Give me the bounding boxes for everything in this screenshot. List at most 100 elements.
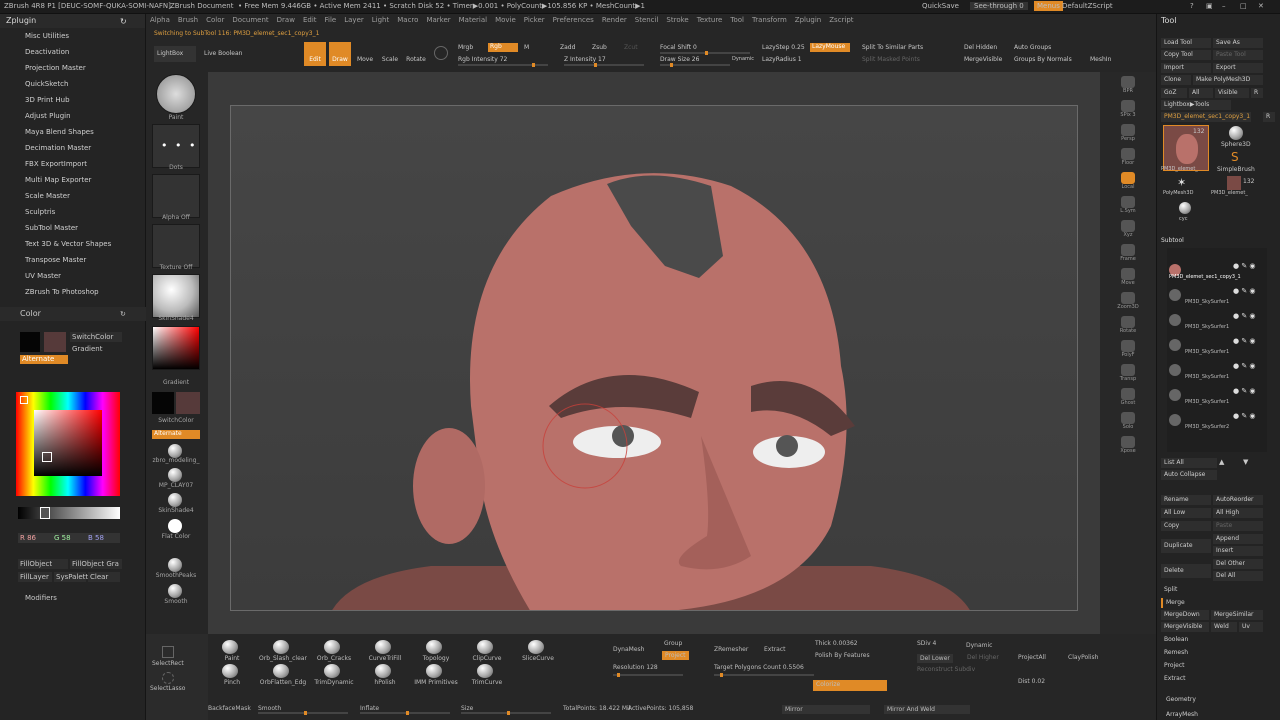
del-lower-button[interactable]: Del Lower: [917, 654, 953, 663]
resolution-track[interactable]: [613, 673, 683, 677]
view-button-rotate[interactable]: Rotate: [1106, 316, 1150, 338]
brush-icon[interactable]: [324, 664, 340, 678]
mergedown-button[interactable]: MergeDown: [1161, 610, 1209, 620]
gray-slider-handle[interactable]: [40, 507, 50, 519]
mirror-and-weld-button[interactable]: Mirror And Weld: [884, 705, 970, 714]
del-all-button[interactable]: Del All: [1213, 571, 1263, 581]
brush-icon[interactable]: [426, 640, 442, 654]
geometry-header[interactable]: Geometry: [1163, 695, 1265, 705]
lightbox-button[interactable]: LightBox: [154, 46, 196, 62]
texture-slot[interactable]: [152, 224, 200, 268]
main-color-swatch[interactable]: [20, 332, 40, 352]
menu-stencil[interactable]: Stencil: [631, 14, 663, 26]
stroke-dots-icon[interactable]: • • •: [152, 124, 200, 168]
brush-icon[interactable]: [222, 664, 238, 678]
switchcolor-mini-button[interactable]: SwitchColor: [146, 417, 206, 424]
color-picker-square[interactable]: [34, 410, 102, 476]
weld-button[interactable]: Weld: [1211, 622, 1237, 632]
menu-render[interactable]: Render: [598, 14, 631, 26]
material-slot[interactable]: [152, 274, 200, 318]
goz-button[interactable]: GoZ: [1161, 88, 1187, 98]
brush-label[interactable]: TrimCurve: [463, 679, 511, 686]
subtool-visibility-icon[interactable]: ● ✎ ◉: [1233, 312, 1256, 320]
secondary-color-mini[interactable]: [176, 392, 200, 414]
draw-size-slider[interactable]: Draw Size 26: [660, 56, 699, 63]
color-picker-ring[interactable]: [16, 392, 120, 496]
scale-button[interactable]: Scale: [379, 42, 401, 66]
paint-brush-icon[interactable]: [156, 74, 196, 114]
uv-button[interactable]: Uv: [1239, 622, 1263, 632]
rgb-intensity-slider[interactable]: Rgb Intensity 72: [458, 56, 507, 63]
material-4-icon[interactable]: [168, 519, 182, 533]
brush-label[interactable]: IMM Primitives: [412, 679, 460, 686]
load-tool-button[interactable]: Load Tool: [1161, 38, 1211, 48]
plugin-item[interactable]: Multi Map Exporter: [0, 172, 145, 188]
gray-gradient-slider[interactable]: [18, 507, 120, 519]
all-high-button[interactable]: All High: [1213, 508, 1263, 518]
subtool-header[interactable]: Subtool: [1161, 237, 1184, 244]
selectlasso-button[interactable]: SelectLasso: [150, 685, 185, 692]
pm3d-thumbnail[interactable]: [1227, 176, 1241, 190]
view-button-move[interactable]: Move: [1106, 268, 1150, 290]
duplicate-button[interactable]: Duplicate: [1161, 539, 1211, 553]
subtool-visibility-icon[interactable]: ● ✎ ◉: [1233, 412, 1256, 420]
view-button-bpr[interactable]: BPR: [1106, 76, 1150, 98]
close-icon[interactable]: ✕: [1258, 2, 1264, 10]
dynamic-subdiv-button[interactable]: Dynamic: [966, 642, 992, 649]
head-model[interactable]: [231, 106, 1078, 611]
brush-label[interactable]: Pinch: [208, 679, 256, 686]
del-higher-button[interactable]: Del Higher: [967, 654, 999, 661]
insert-button[interactable]: Insert: [1213, 546, 1263, 556]
view-button-persp[interactable]: Persp: [1106, 124, 1150, 146]
brush-label[interactable]: OrbFlatten_Edg: [259, 679, 307, 686]
view-button-zoom3d[interactable]: Zoom3D: [1106, 292, 1150, 314]
smooth-slider[interactable]: Smooth: [258, 705, 281, 712]
menu-macro[interactable]: Macro: [393, 14, 422, 26]
red-value[interactable]: R 86: [18, 533, 52, 543]
lazymouse-button[interactable]: LazyMouse: [810, 43, 850, 52]
copy-tool-button[interactable]: Copy Tool: [1161, 50, 1211, 60]
project-header[interactable]: Project: [1161, 661, 1263, 671]
view-button-xyz[interactable]: Xyz: [1106, 220, 1150, 242]
draw-button[interactable]: Draw: [329, 42, 351, 66]
project-toggle[interactable]: Project: [662, 651, 689, 660]
meshin-button[interactable]: MeshIn: [1090, 56, 1111, 63]
group-button[interactable]: Group: [664, 640, 682, 647]
seethrough-slider[interactable]: See-through 0: [970, 2, 1028, 10]
view-button-polyf[interactable]: PolyF: [1106, 340, 1150, 362]
mirror-button[interactable]: Mirror: [782, 705, 870, 714]
plugin-item[interactable]: Maya Blend Shapes: [0, 124, 145, 140]
all-button[interactable]: All: [1189, 88, 1213, 98]
extract-button[interactable]: Extract: [764, 646, 786, 653]
smooth-track[interactable]: [258, 711, 348, 715]
brush-icon[interactable]: [426, 664, 442, 678]
alternate-mini-button[interactable]: Alternate: [152, 430, 200, 439]
minimize-icon[interactable]: –: [1222, 2, 1226, 10]
brush-icon[interactable]: [273, 640, 289, 654]
plugin-item[interactable]: FBX ExportImport: [0, 156, 145, 172]
view-button-l-sym[interactable]: L.Sym: [1106, 196, 1150, 218]
del-other-button[interactable]: Del Other: [1213, 559, 1263, 569]
sphere3d-icon[interactable]: [1229, 126, 1243, 140]
m-button[interactable]: M: [524, 44, 529, 51]
backfacemask-button[interactable]: BackfaceMask: [208, 705, 251, 712]
brush-icon[interactable]: [375, 664, 391, 678]
size-slider[interactable]: Size: [461, 705, 473, 712]
claypolish-button[interactable]: ClayPolish: [1068, 654, 1098, 661]
move-down-icon[interactable]: ▼: [1243, 458, 1248, 466]
brush-icon[interactable]: [477, 640, 493, 654]
view-button-floor[interactable]: Floor: [1106, 148, 1150, 170]
filllayer-button[interactable]: FillLayer: [18, 572, 52, 582]
material-1-icon[interactable]: [168, 444, 182, 458]
arraymesh-header[interactable]: ArrayMesh: [1163, 710, 1265, 720]
r-button[interactable]: R: [1251, 88, 1263, 98]
menu-texture[interactable]: Texture: [693, 14, 727, 26]
brush-icon[interactable]: [477, 664, 493, 678]
maximize-icon[interactable]: □: [1240, 2, 1247, 10]
selectlasso-icon[interactable]: [162, 672, 174, 684]
rotate-button[interactable]: Rotate: [404, 42, 428, 66]
sculpt-mode-icon[interactable]: [434, 46, 448, 60]
document-canvas[interactable]: [230, 105, 1078, 611]
smooth-brush-icon[interactable]: [168, 584, 182, 598]
mergevisible-button[interactable]: MergeVisible: [964, 56, 1002, 63]
